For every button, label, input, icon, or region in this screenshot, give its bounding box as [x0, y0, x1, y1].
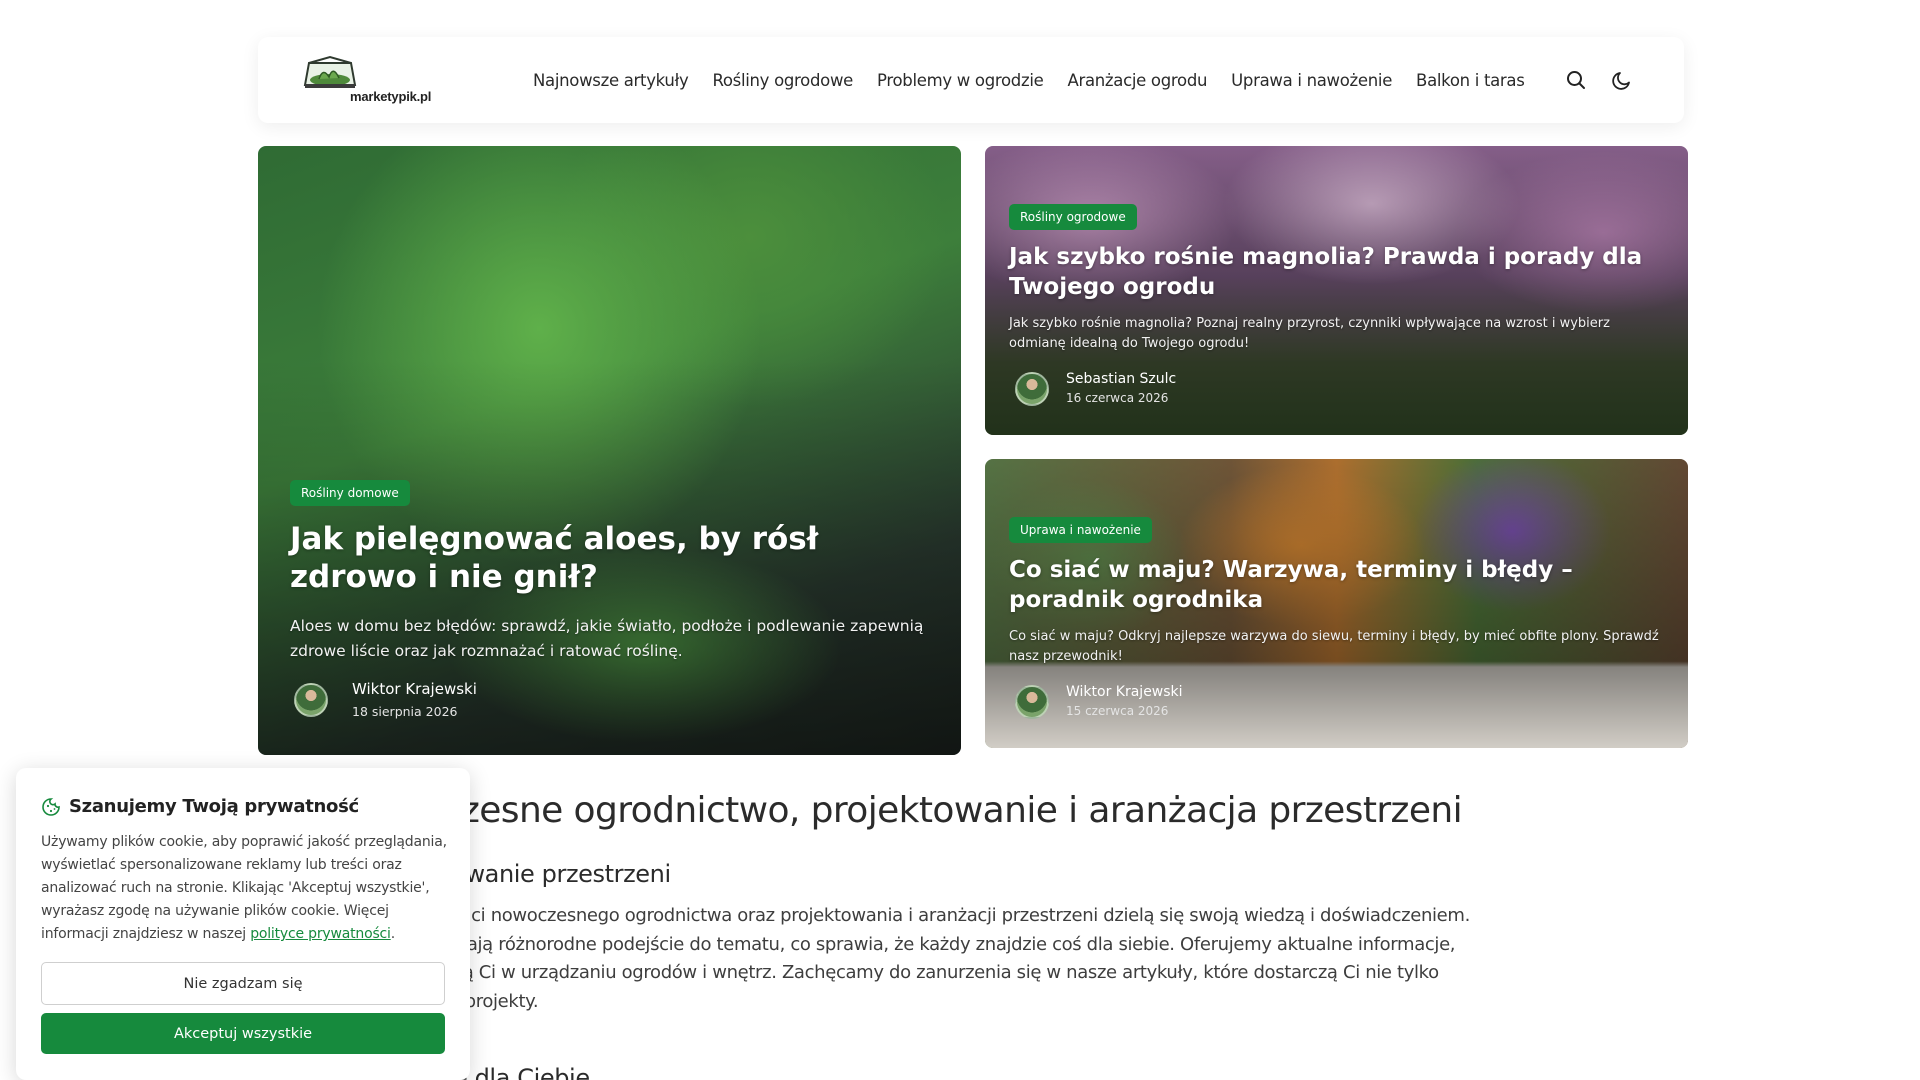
intro-paragraph: o miejsce, gdzie pasjonaci nowoczesnego …: [258, 902, 1688, 1016]
author-name[interactable]: Wiktor Krajewski: [1066, 684, 1183, 700]
card-title[interactable]: Co siać w maju? Warzywa, terminy i błędy…: [1009, 555, 1669, 615]
post-date: 16 czerwca 2026: [1066, 391, 1169, 405]
moon-icon[interactable]: [1610, 68, 1634, 92]
paragraph-line: inspiracje, które pomogą Ci w urządzaniu…: [258, 962, 1439, 983]
logo-text: marketypik.pl: [350, 89, 432, 104]
cookie-title: Szanujemy Twoją prywatność: [69, 796, 359, 817]
search-icon[interactable]: [1564, 68, 1588, 92]
nav-item-aranzacje[interactable]: Aranżacje ogrodu: [1067, 71, 1207, 90]
accept-cookies-button[interactable]: Akceptuj wszystkie: [41, 1013, 445, 1054]
category-badge[interactable]: Uprawa i nawożenie: [1009, 517, 1152, 543]
card-description: Jak szybko rośnie magnolia? Poznaj realn…: [1009, 316, 1610, 351]
cookie-consent-banner: Szanujemy Twoją prywatność Używamy plikó…: [16, 768, 470, 1080]
card-title[interactable]: Jak szybko rośnie magnolia? Prawda i por…: [1009, 242, 1669, 302]
category-badge[interactable]: Rośliny ogrodowe: [1009, 204, 1137, 230]
card-description: Aloes w domu bez błędów: sprawdź, jakie …: [290, 617, 924, 660]
decline-cookies-button[interactable]: Nie zgadzam się: [41, 962, 445, 1005]
post-date: 18 sierpnia 2026: [352, 704, 458, 719]
site-header: marketypik.pl Najnowsze artykuły Rośliny…: [258, 37, 1684, 123]
author-avatar: [294, 683, 328, 717]
site-logo[interactable]: marketypik.pl: [295, 55, 431, 105]
paragraph-line: wielu autorów, którzy mają różnorodne po…: [258, 933, 1456, 955]
category-badge[interactable]: Rośliny domowe: [290, 480, 410, 506]
nav-item-rosliny-ogrodowe[interactable]: Rośliny ogrodowe: [712, 71, 853, 90]
nav-item-balkon[interactable]: Balkon i taras: [1416, 71, 1525, 90]
cookie-text: Używamy plików cookie, aby poprawić jako…: [41, 831, 451, 946]
post-date: 15 czerwca 2026: [1066, 704, 1169, 718]
nav-item-najnowsze[interactable]: Najnowsze artykuły: [533, 71, 689, 90]
card-description: Co siać w maju? Odkryj najlepsze warzywa…: [1009, 629, 1659, 664]
cookie-icon: [42, 798, 60, 816]
featured-card-sowing[interactable]: Uprawa i nawożenie Co siać w maju? Warzy…: [985, 459, 1688, 748]
featured-card-main[interactable]: Rośliny domowe Jak pielęgnować aloes, by…: [258, 146, 961, 755]
main-nav: Najnowsze artykuły Rośliny ogrodowe Prob…: [533, 37, 1525, 123]
featured-card-magnolia[interactable]: Rośliny ogrodowe Jak szybko rośnie magno…: [985, 146, 1688, 435]
author-name[interactable]: Wiktor Krajewski: [352, 680, 477, 698]
paragraph-line: rch pomysłów na Twoje projekty.: [258, 990, 539, 1012]
cookie-text-end: .: [390, 926, 395, 942]
nav-item-problemy[interactable]: Problemy w ogrodzie: [877, 71, 1044, 90]
author-avatar: [1015, 372, 1049, 406]
privacy-policy-link[interactable]: polityce prywatności: [250, 926, 391, 942]
paragraph-line: o miejsce, gdzie pasjonaci nowoczesnego …: [258, 905, 1470, 926]
author-name[interactable]: Sebastian Szulc: [1066, 371, 1176, 387]
card-title[interactable]: Jak pielęgnować aloes, by rósł zdrowo i …: [290, 520, 930, 596]
author-avatar: [1015, 685, 1049, 719]
nav-item-uprawa[interactable]: Uprawa i nawożenie: [1231, 71, 1392, 90]
